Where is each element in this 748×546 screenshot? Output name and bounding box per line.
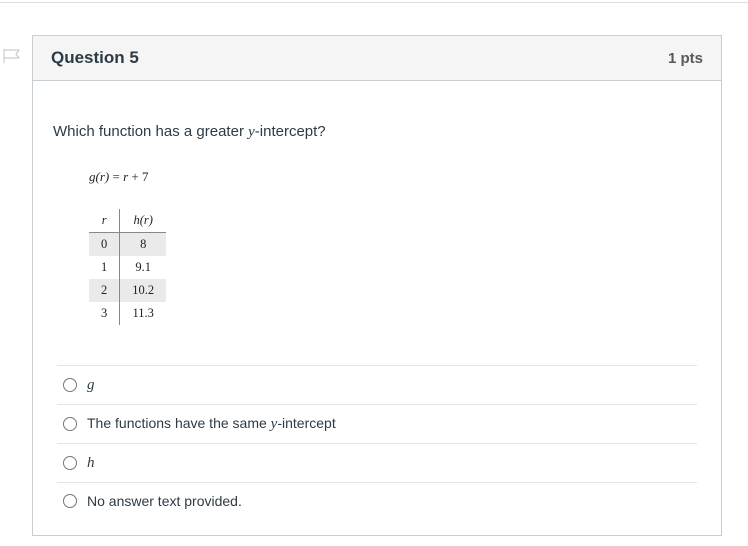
table-row: 3 11.3 [89,302,166,325]
table-row: 1 9.1 [89,256,166,279]
col-hr: h(r) [120,209,166,233]
prompt-suffix: -intercept? [255,123,326,140]
cell-h2: 10.2 [120,279,166,302]
question-body: Which function has a greater y-intercept… [33,81,721,535]
answer-g-label: g [87,377,95,393]
answer-option-g[interactable]: g [57,365,697,404]
table-header-row: r h(r) [89,209,166,233]
radio-h[interactable] [63,456,77,470]
cell-r0: 0 [89,233,120,257]
cell-h0: 8 [120,233,166,257]
radio-none[interactable] [63,494,77,508]
eq-plus7: + 7 [128,169,148,184]
answer-same-label: The functions have the same y-intercept [87,415,336,433]
question-header: Question 5 1 pts [33,36,721,81]
flag-icon[interactable] [2,48,22,64]
answer-h-label: h [87,455,95,471]
cell-r2: 2 [89,279,120,302]
answer-list: g The functions have the same y-intercep… [57,365,697,519]
answer-option-none[interactable]: No answer text provided. [57,482,697,519]
cell-h3: 11.3 [120,302,166,325]
cell-r3: 3 [89,302,120,325]
radio-g[interactable] [63,378,77,392]
answer-none-label: No answer text provided. [87,493,242,509]
equation-g: g(r) = r + 7 [89,169,701,185]
eq-eq: = [109,169,123,184]
answer-option-h[interactable]: h [57,443,697,482]
cell-r1: 1 [89,256,120,279]
answer-option-same[interactable]: The functions have the same y-intercept [57,404,697,443]
prompt-var: y [248,124,255,140]
question-prompt: Which function has a greater y-intercept… [53,123,701,141]
prompt-prefix: Which function has a greater [53,123,248,140]
question-card: Question 5 1 pts Which function has a gr… [32,35,722,536]
function-table: r h(r) 0 8 1 9.1 2 10.2 3 [89,209,166,325]
radio-same[interactable] [63,417,77,431]
eq-g: g [89,169,96,184]
question-title: Question 5 [51,48,139,68]
table-row: 0 8 [89,233,166,257]
col-r: r [89,209,120,233]
table-row: 2 10.2 [89,279,166,302]
eq-r1: r [100,169,105,184]
question-points: 1 pts [668,50,703,67]
cell-h1: 9.1 [120,256,166,279]
